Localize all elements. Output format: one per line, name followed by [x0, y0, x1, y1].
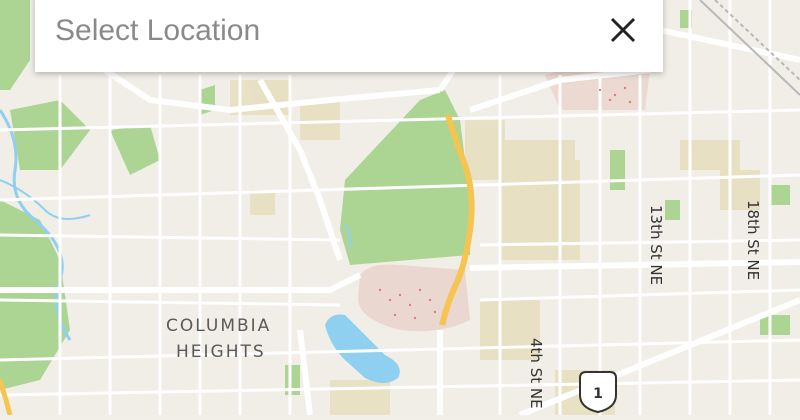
close-icon[interactable] [607, 14, 639, 46]
location-search-bar[interactable]: Select Location [35, 0, 663, 72]
route-shield-number: 1 [593, 386, 603, 402]
location-search-input[interactable]: Select Location [55, 14, 260, 48]
street-label-18th: 18th St NE [744, 200, 762, 281]
neighborhood-label-line1: COLUMBIA [166, 316, 272, 336]
neighborhood-label-line2: HEIGHTS [176, 342, 266, 362]
street-label-13th: 13th St NE [647, 205, 665, 286]
route-shield-icon: 1 [579, 371, 617, 414]
street-label-4th: 4th St NE [527, 338, 545, 409]
